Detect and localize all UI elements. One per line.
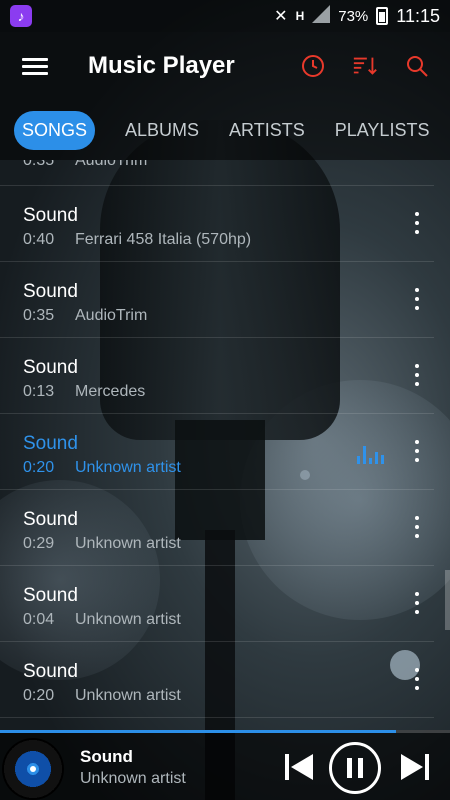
song-duration: 0:35 [23,307,55,324]
tab-bar: SONGS ALBUMS ARTISTS PLAYLISTS [0,100,450,160]
list-item[interactable]: Sound 0:13 Mercedes [0,338,434,414]
song-duration: 0:29 [23,535,55,552]
status-bar: ♪ ✕ H 73% 11:15 [0,0,450,32]
battery-percent: 73% [338,7,369,25]
song-artist: Ferrari 458 Italia (570hp) [75,231,252,248]
more-options-icon[interactable] [414,212,420,234]
album-art-disc[interactable] [2,738,64,800]
more-options-icon[interactable] [414,668,420,690]
song-title: Sound [23,433,78,454]
clock-time: 11:15 [396,5,440,26]
song-duration: 0:20 [23,687,55,704]
list-item[interactable]: Sound 0:35 AudioTrim [0,262,434,338]
battery-icon [376,7,389,25]
previous-icon[interactable] [274,742,324,792]
song-duration: 0:13 [23,383,55,400]
tab-playlists[interactable]: PLAYLISTS [335,120,430,141]
list-item-playing[interactable]: Sound 0:20 Unknown artist [0,414,434,490]
list-item[interactable]: 0:35 AudioTrim [0,160,434,186]
song-title: Sound [23,509,78,530]
song-artist: Mercedes [75,383,146,400]
more-options-icon[interactable] [414,364,420,386]
menu-icon[interactable] [22,54,48,79]
signal-icon [312,4,331,28]
scrollbar[interactable] [445,570,450,630]
list-item[interactable]: Sound 0:29 Unknown artist [0,490,434,566]
song-title: Sound [23,281,78,302]
more-options-icon[interactable] [414,440,420,462]
song-artist: Unknown artist [75,459,181,476]
song-artist: Unknown artist [75,535,181,552]
song-title: Sound [23,205,78,226]
app-bar: Music Player [0,32,450,100]
sort-icon[interactable] [352,53,378,79]
song-artist: AudioTrim [75,160,148,169]
song-artist: AudioTrim [75,307,148,324]
more-options-icon[interactable] [414,592,420,614]
song-artist: Unknown artist [75,687,181,704]
tab-songs[interactable]: SONGS [14,110,96,150]
list-item[interactable]: Sound 0:04 Unknown artist [0,566,434,642]
now-playing-bar[interactable]: Sound Unknown artist [0,730,450,800]
song-list: 0:35 AudioTrim Sound 0:40 Ferrari 458 It… [0,160,434,730]
more-options-icon[interactable] [414,516,420,538]
app-title: Music Player [88,52,235,79]
playback-progress[interactable] [0,730,450,733]
pause-icon[interactable] [329,742,381,794]
clock-icon[interactable] [300,53,326,79]
song-title: Sound [23,585,78,606]
list-item[interactable]: Sound 0:40 Ferrari 458 Italia (570hp) [0,186,434,262]
tab-artists[interactable]: ARTISTS [229,120,305,141]
more-options-icon[interactable] [414,288,420,310]
now-playing-title: Sound [80,747,133,766]
music-note-icon: ♪ [10,5,32,27]
song-duration: 0:04 [23,611,55,628]
search-icon[interactable] [404,53,430,79]
song-title: Sound [23,357,78,378]
song-duration: 0:20 [23,459,55,476]
now-playing-artist: Unknown artist [80,770,186,787]
tab-albums[interactable]: ALBUMS [125,120,199,141]
mute-icon: ✕ [274,8,288,25]
list-item[interactable]: Sound 0:20 Unknown artist [0,642,434,718]
network-type: H [295,9,305,23]
song-duration: 0:40 [23,231,55,248]
song-duration: 0:35 [23,160,55,169]
equalizer-icon [357,444,384,464]
next-icon[interactable] [390,742,440,792]
song-artist: Unknown artist [75,611,181,628]
song-title: Sound [23,661,78,682]
